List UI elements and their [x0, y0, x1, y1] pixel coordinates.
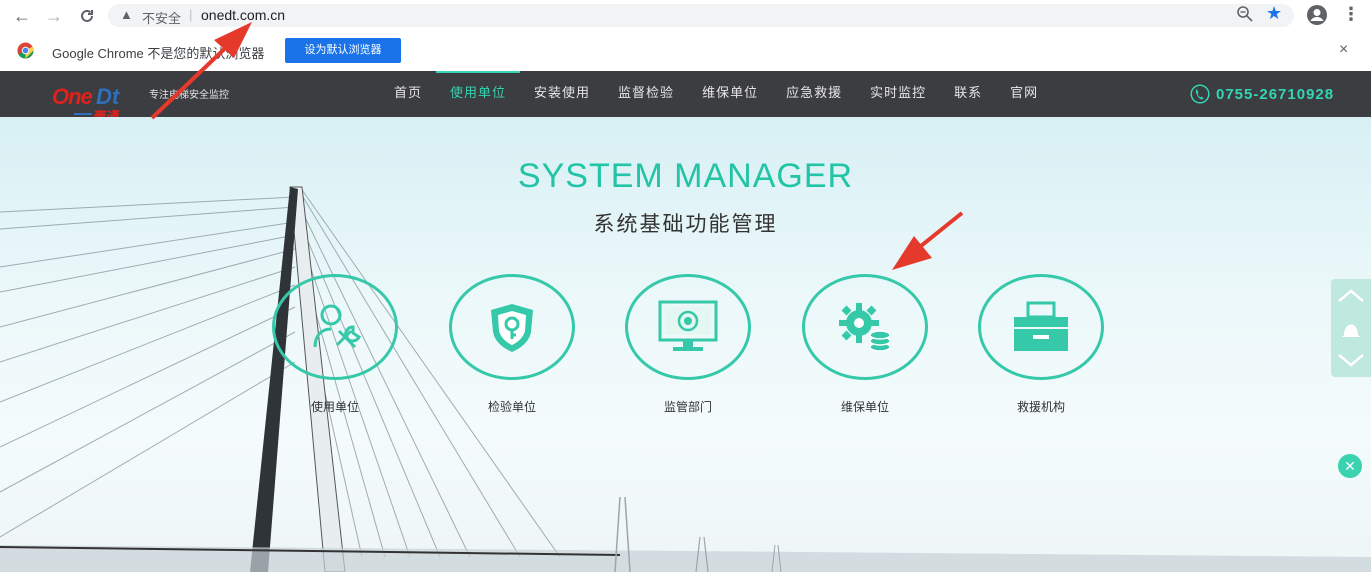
- function-label: 使用单位: [310, 400, 359, 414]
- close-icon[interactable]: ✕: [1338, 454, 1362, 478]
- zoom-icon[interactable]: [1236, 5, 1254, 23]
- function-user-unit[interactable]: 使用单位: [272, 274, 398, 415]
- function-label: 检验单位: [487, 400, 536, 414]
- bookmark-star-icon[interactable]: ★: [1266, 3, 1282, 24]
- user-wrench-icon: [313, 304, 361, 349]
- function-regulatory-dept[interactable]: 监管部门: [625, 274, 751, 415]
- menu-item-emergency[interactable]: 应急救援: [772, 71, 856, 117]
- qq-icon[interactable]: [1342, 324, 1360, 338]
- security-label: 不安全: [142, 11, 182, 26]
- floating-side-panel: [1331, 279, 1371, 377]
- menu-item-user-unit[interactable]: 使用单位: [436, 71, 521, 117]
- chevron-up-icon[interactable]: [1338, 289, 1364, 302]
- logo-underline: [74, 113, 92, 115]
- menu-item-maintenance[interactable]: 维保单位: [688, 71, 772, 117]
- function-rescue-agency[interactable]: 救援机构: [978, 274, 1104, 415]
- browser-toolbar: ← → ▲ 不安全 | onedt.com.cn ★ ⋮: [0, 0, 1371, 32]
- chrome-logo-icon: [17, 42, 34, 59]
- infobar-message: Google Chrome 不是您的默认浏览器: [52, 46, 265, 61]
- contact-phone: 0755-26710928: [1190, 83, 1334, 105]
- printer-box-icon: [1014, 301, 1068, 351]
- menu-item-home[interactable]: 首页: [380, 71, 436, 117]
- side-panel-icons: [1338, 289, 1364, 367]
- site-slogan: 专注电梯安全监控: [149, 90, 229, 101]
- function-circle[interactable]: [625, 274, 751, 380]
- kebab-menu-icon[interactable]: ⋮: [1342, 4, 1360, 25]
- function-label: 维保单位: [840, 400, 889, 414]
- profile-icon[interactable]: [1306, 4, 1328, 26]
- monitor-icon: [658, 300, 718, 351]
- forward-icon[interactable]: →: [43, 5, 65, 27]
- default-browser-infobar: Google Chrome 不是您的默认浏览器 设为默认浏览器 ×: [0, 31, 1371, 72]
- warning-icon: ▲: [120, 7, 133, 22]
- menu-item-inspection[interactable]: 监督检验: [604, 71, 688, 117]
- close-icon[interactable]: ×: [1339, 41, 1348, 59]
- function-inspection-unit[interactable]: 检验单位: [449, 274, 575, 415]
- set-default-browser-button[interactable]: 设为默认浏览器: [285, 38, 401, 63]
- function-label: 救援机构: [1016, 400, 1065, 414]
- function-circle[interactable]: [449, 274, 575, 380]
- function-label: 监管部门: [663, 400, 712, 414]
- shield-key-icon: [491, 304, 533, 352]
- hero-subtitle: 系统基础功能管理: [593, 213, 778, 236]
- function-circle[interactable]: [802, 274, 928, 380]
- chevron-down-icon[interactable]: [1338, 354, 1364, 367]
- function-circle[interactable]: [272, 274, 398, 380]
- address-bar[interactable]: ▲ 不安全 | onedt.com.cn: [108, 4, 1294, 27]
- reload-icon[interactable]: [76, 5, 98, 27]
- site-header: One Dt 壹通 专注电梯安全监控 首页 使用单位 安装使用 监督检验 维保单…: [0, 71, 1371, 124]
- url-separator: |: [189, 7, 193, 22]
- hero-title: SYSTEM MANAGER: [517, 157, 854, 195]
- back-icon[interactable]: ←: [11, 5, 33, 27]
- menu-item-contact[interactable]: 联系: [940, 71, 996, 117]
- gear-coins-icon: [839, 303, 891, 352]
- hero-section: SYSTEM MANAGER 系统基础功能管理 使用单位 检验单位 监管部门 维…: [0, 117, 1371, 572]
- menu-item-monitoring[interactable]: 实时监控: [856, 71, 940, 117]
- function-maintenance-unit[interactable]: 维保单位: [802, 274, 928, 415]
- url-text[interactable]: onedt.com.cn: [201, 7, 285, 23]
- menu-item-installation[interactable]: 安装使用: [520, 71, 604, 117]
- phone-number: 0755-26710928: [1216, 85, 1335, 103]
- function-circle[interactable]: [978, 274, 1104, 380]
- logo-one-text: One: [52, 84, 93, 109]
- menu-item-official-site[interactable]: 官网: [996, 71, 1052, 117]
- phone-icon: [1190, 84, 1210, 104]
- main-menu: 首页 使用单位 安装使用 监督检验 维保单位 应急救援 实时监控 联系 官网: [380, 71, 1052, 117]
